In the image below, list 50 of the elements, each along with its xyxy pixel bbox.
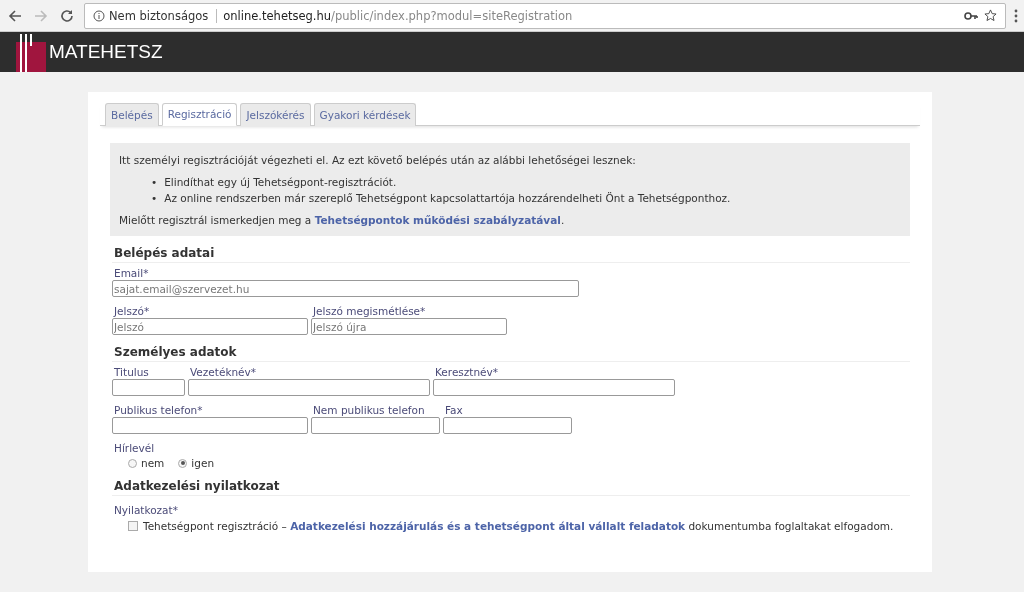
logo-icon bbox=[16, 34, 46, 72]
field-label: Jelszó* bbox=[112, 305, 151, 318]
input-field[interactable] bbox=[188, 379, 430, 396]
radio-button[interactable] bbox=[128, 458, 137, 468]
note-text: Mielőtt regisztrál ismerkedjen meg a Tehetségpontok működési szabályzatával. bbox=[119, 213, 566, 228]
input-field[interactable]: Jelszó bbox=[112, 318, 308, 335]
field-label: Hírlevél bbox=[113, 442, 156, 455]
tab[interactable]: Belépés bbox=[105, 103, 159, 126]
field-label: Titulus bbox=[113, 366, 150, 379]
input-field[interactable] bbox=[443, 417, 572, 434]
url-text[interactable]: online.tehetseg.hu/public/index.php?modul=siteRegistration bbox=[223, 8, 958, 23]
info-icon[interactable] bbox=[93, 9, 105, 22]
menu-icon[interactable] bbox=[1014, 8, 1018, 23]
consent-text: Tehetségpont regisztráció – Adatkezelési hozzájárulás és a tehetségpont által vállalt feladatok dokumentumba foglaltakat elfogadom. bbox=[143, 520, 894, 532]
bullet-item: Az online rendszerben már szereplő Tehetségpont kapcsolattartója hozzárendelheti Önt a Tehetségponthoz. bbox=[164, 191, 731, 206]
site-name[interactable]: MATEHETSZ bbox=[49, 41, 163, 65]
checkbox[interactable] bbox=[128, 521, 138, 531]
field-label: Email* bbox=[113, 267, 150, 280]
section-title: Adatkezelési nyilatkozat bbox=[112, 476, 910, 496]
intro-text: Itt személyi regisztrációját végezheti el. Az ezt követő belépés után az alábbi lehetőségei lesznek: bbox=[119, 153, 637, 168]
field-label: Fax bbox=[444, 404, 464, 417]
tab[interactable]: Regisztráció bbox=[161, 103, 238, 126]
field-label: Publikus telefon* bbox=[113, 404, 204, 417]
section-title: Személyes adatok bbox=[112, 342, 910, 362]
bullet-marker: • bbox=[151, 175, 158, 190]
document-link[interactable]: Adatkezelési hozzájárulás és a tehetségpont által vállalt feladatok bbox=[290, 520, 686, 532]
input-field[interactable] bbox=[311, 417, 440, 434]
field-label: Nem publikus telefon bbox=[312, 404, 426, 417]
tab[interactable]: Gyakori kérdések bbox=[313, 103, 417, 126]
bullet-item: Elindíthat egy új Tehetségpont-regisztrációt. bbox=[164, 175, 397, 190]
input-field[interactable]: Jelszó újra bbox=[311, 318, 507, 335]
field-label: Nyilatkozat* bbox=[113, 504, 179, 517]
radio-label[interactable]: nem bbox=[141, 457, 165, 469]
input-field[interactable] bbox=[433, 379, 675, 396]
tab[interactable]: Jelszókérés bbox=[240, 103, 311, 126]
input-field[interactable] bbox=[112, 379, 185, 396]
radio-button[interactable] bbox=[178, 458, 188, 468]
star-icon[interactable] bbox=[984, 9, 997, 22]
security-label[interactable]: Nem biztonságos bbox=[109, 8, 209, 23]
input-field[interactable] bbox=[112, 417, 308, 434]
section-title: Belépés adatai bbox=[112, 243, 910, 263]
input-field[interactable]: sajat.email@szervezet.hu bbox=[112, 280, 579, 297]
address-bar[interactable]: Nem biztonságos online.tehetseg.hu/public/index.php?modul=siteRegistration bbox=[84, 2, 1006, 29]
radio-label[interactable]: igen bbox=[191, 457, 215, 469]
bullet-marker: • bbox=[151, 191, 158, 206]
field-label: Vezetéknév* bbox=[189, 366, 258, 379]
field-label: Jelszó megismétlése* bbox=[311, 305, 427, 318]
key-icon[interactable] bbox=[964, 10, 978, 21]
rules-link[interactable]: Tehetségpontok működési szabályzatával bbox=[314, 214, 561, 226]
field-label: Keresztnév* bbox=[434, 366, 500, 379]
